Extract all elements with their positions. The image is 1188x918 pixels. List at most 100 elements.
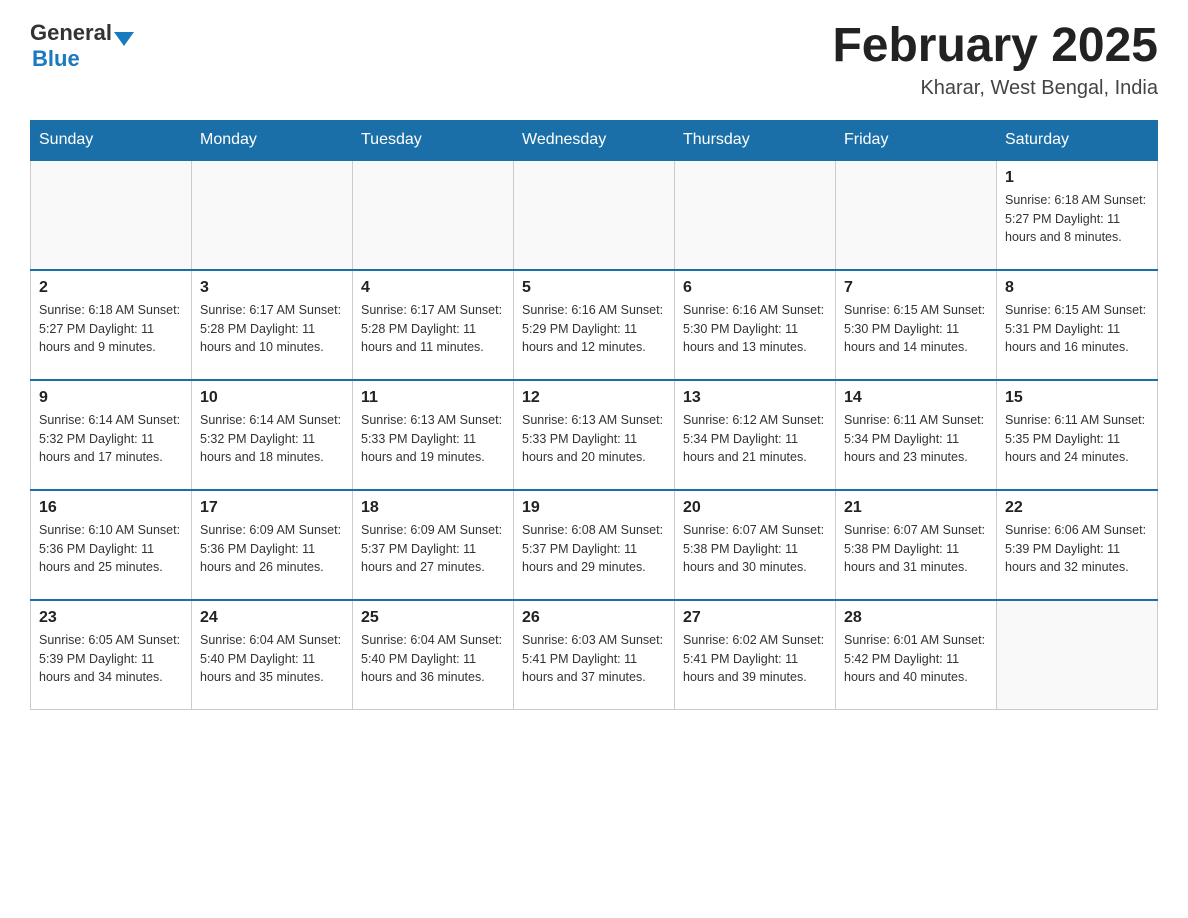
day-info: Sunrise: 6:17 AM Sunset: 5:28 PM Dayligh…	[200, 301, 344, 357]
day-info: Sunrise: 6:08 AM Sunset: 5:37 PM Dayligh…	[522, 521, 666, 577]
day-number: 21	[844, 499, 988, 517]
day-info: Sunrise: 6:09 AM Sunset: 5:37 PM Dayligh…	[361, 521, 505, 577]
day-number: 10	[200, 389, 344, 407]
calendar-cell: 27Sunrise: 6:02 AM Sunset: 5:41 PM Dayli…	[675, 600, 836, 710]
day-number: 11	[361, 389, 505, 407]
calendar-cell: 23 Sunrise: 6:05 AM Sunset: 5:39 PM Dayli…	[31, 600, 192, 710]
day-number: 12	[522, 389, 666, 407]
calendar-cell: 20 Sunrise: 6:07 AM Sunset: 5:38 PM Dayli…	[675, 490, 836, 600]
day-info: Sunrise: 6:16 AM Sunset: 5:29 PM Dayligh…	[522, 301, 666, 357]
calendar-cell	[997, 600, 1158, 710]
day-info: Sunrise: 6:07 AM Sunset: 5:38 PM Dayligh…	[683, 521, 827, 577]
day-info: Sunrise: 6:14 AM Sunset: 5:32 PM Dayligh…	[200, 411, 344, 467]
day-number: 1	[1005, 169, 1149, 187]
calendar-cell: 6 Sunrise: 6:16 AM Sunset: 5:30 PM Daylig…	[675, 270, 836, 380]
day-info: Sunrise: 6:06 AM Sunset: 5:39 PM Dayligh…	[1005, 521, 1149, 577]
calendar-cell: 28 Sunrise: 6:01 AM Sunset: 5:42 PM Dayli…	[836, 600, 997, 710]
day-info: Sunrise: 6:15 AM Sunset: 5:30 PM Dayligh…	[844, 301, 988, 357]
day-number: 28	[844, 609, 988, 627]
calendar-cell: 16 Sunrise: 6:10 AM Sunset: 5:36 PM Dayli…	[31, 490, 192, 600]
calendar-cell: 12 Sunrise: 6:13 AM Sunset: 5:33 PM Dayli…	[514, 380, 675, 490]
calendar-cell	[514, 160, 675, 270]
day-number: 20	[683, 499, 827, 517]
weekday-header-tuesday: Tuesday	[353, 120, 514, 160]
calendar-cell: 25 Sunrise: 6:04 AM Sunset: 5:40 PM Dayli…	[353, 600, 514, 710]
calendar-cell: 13 Sunrise: 6:12 AM Sunset: 5:34 PM Dayli…	[675, 380, 836, 490]
calendar-cell: 26Sunrise: 6:03 AM Sunset: 5:41 PM Dayli…	[514, 600, 675, 710]
weekday-header-row: SundayMondayTuesdayWednesdayThursdayFrid…	[31, 120, 1158, 160]
calendar-cell: 4Sunrise: 6:17 AM Sunset: 5:28 PM Daylig…	[353, 270, 514, 380]
calendar-cell: 11 Sunrise: 6:13 AM Sunset: 5:33 PM Dayli…	[353, 380, 514, 490]
calendar-cell: 5 Sunrise: 6:16 AM Sunset: 5:29 PM Daylig…	[514, 270, 675, 380]
calendar-table: SundayMondayTuesdayWednesdayThursdayFrid…	[30, 120, 1158, 711]
day-number: 14	[844, 389, 988, 407]
logo-general-text: General	[30, 20, 112, 46]
day-number: 6	[683, 279, 827, 297]
week-row-1: 1 Sunrise: 6:18 AM Sunset: 5:27 PM Daylig…	[31, 160, 1158, 270]
calendar-cell: 10 Sunrise: 6:14 AM Sunset: 5:32 PM Dayli…	[192, 380, 353, 490]
logo-triangle-icon	[114, 32, 134, 46]
day-number: 25	[361, 609, 505, 627]
calendar-cell: 3 Sunrise: 6:17 AM Sunset: 5:28 PM Daylig…	[192, 270, 353, 380]
day-number: 8	[1005, 279, 1149, 297]
day-info: Sunrise: 6:16 AM Sunset: 5:30 PM Dayligh…	[683, 301, 827, 357]
calendar-cell: 1 Sunrise: 6:18 AM Sunset: 5:27 PM Daylig…	[997, 160, 1158, 270]
day-info: Sunrise: 6:14 AM Sunset: 5:32 PM Dayligh…	[39, 411, 183, 467]
weekday-header-thursday: Thursday	[675, 120, 836, 160]
day-info: Sunrise: 6:10 AM Sunset: 5:36 PM Dayligh…	[39, 521, 183, 577]
week-row-3: 9 Sunrise: 6:14 AM Sunset: 5:32 PM Daylig…	[31, 380, 1158, 490]
calendar-cell: 14 Sunrise: 6:11 AM Sunset: 5:34 PM Dayli…	[836, 380, 997, 490]
day-number: 22	[1005, 499, 1149, 517]
day-number: 16	[39, 499, 183, 517]
logo: General Blue	[30, 20, 134, 72]
weekday-header-saturday: Saturday	[997, 120, 1158, 160]
week-row-5: 23 Sunrise: 6:05 AM Sunset: 5:39 PM Dayli…	[31, 600, 1158, 710]
day-info: Sunrise: 6:15 AM Sunset: 5:31 PM Dayligh…	[1005, 301, 1149, 357]
day-info: Sunrise: 6:05 AM Sunset: 5:39 PM Dayligh…	[39, 631, 183, 687]
week-row-2: 2 Sunrise: 6:18 AM Sunset: 5:27 PM Daylig…	[31, 270, 1158, 380]
day-number: 7	[844, 279, 988, 297]
calendar-cell: 2 Sunrise: 6:18 AM Sunset: 5:27 PM Daylig…	[31, 270, 192, 380]
weekday-header-sunday: Sunday	[31, 120, 192, 160]
calendar-cell: 7 Sunrise: 6:15 AM Sunset: 5:30 PM Daylig…	[836, 270, 997, 380]
day-info: Sunrise: 6:04 AM Sunset: 5:40 PM Dayligh…	[361, 631, 505, 687]
day-number: 26	[522, 609, 666, 627]
day-number: 4	[361, 279, 505, 297]
page-header: General Blue February 2025 Kharar, West …	[30, 20, 1158, 100]
day-info: Sunrise: 6:13 AM Sunset: 5:33 PM Dayligh…	[361, 411, 505, 467]
day-number: 3	[200, 279, 344, 297]
weekday-header-monday: Monday	[192, 120, 353, 160]
weekday-header-friday: Friday	[836, 120, 997, 160]
calendar-cell: 18 Sunrise: 6:09 AM Sunset: 5:37 PM Dayli…	[353, 490, 514, 600]
calendar-cell: 21 Sunrise: 6:07 AM Sunset: 5:38 PM Dayli…	[836, 490, 997, 600]
calendar-cell: 24Sunrise: 6:04 AM Sunset: 5:40 PM Dayli…	[192, 600, 353, 710]
day-info: Sunrise: 6:11 AM Sunset: 5:35 PM Dayligh…	[1005, 411, 1149, 467]
day-info: Sunrise: 6:07 AM Sunset: 5:38 PM Dayligh…	[844, 521, 988, 577]
title-section: February 2025 Kharar, West Bengal, India	[832, 20, 1158, 100]
day-number: 17	[200, 499, 344, 517]
calendar-cell: 17Sunrise: 6:09 AM Sunset: 5:36 PM Dayli…	[192, 490, 353, 600]
calendar-cell	[836, 160, 997, 270]
calendar-subtitle: Kharar, West Bengal, India	[832, 77, 1158, 100]
day-number: 15	[1005, 389, 1149, 407]
day-info: Sunrise: 6:11 AM Sunset: 5:34 PM Dayligh…	[844, 411, 988, 467]
day-info: Sunrise: 6:13 AM Sunset: 5:33 PM Dayligh…	[522, 411, 666, 467]
calendar-cell	[675, 160, 836, 270]
logo-blue-text: Blue	[32, 46, 134, 72]
calendar-title: February 2025	[832, 20, 1158, 73]
day-number: 23	[39, 609, 183, 627]
day-number: 24	[200, 609, 344, 627]
day-number: 9	[39, 389, 183, 407]
day-info: Sunrise: 6:18 AM Sunset: 5:27 PM Dayligh…	[1005, 191, 1149, 247]
calendar-cell: 22 Sunrise: 6:06 AM Sunset: 5:39 PM Dayli…	[997, 490, 1158, 600]
day-info: Sunrise: 6:01 AM Sunset: 5:42 PM Dayligh…	[844, 631, 988, 687]
day-info: Sunrise: 6:02 AM Sunset: 5:41 PM Dayligh…	[683, 631, 827, 687]
day-number: 5	[522, 279, 666, 297]
day-info: Sunrise: 6:12 AM Sunset: 5:34 PM Dayligh…	[683, 411, 827, 467]
weekday-header-wednesday: Wednesday	[514, 120, 675, 160]
day-number: 2	[39, 279, 183, 297]
day-number: 18	[361, 499, 505, 517]
calendar-cell: 15 Sunrise: 6:11 AM Sunset: 5:35 PM Dayli…	[997, 380, 1158, 490]
day-number: 13	[683, 389, 827, 407]
day-info: Sunrise: 6:18 AM Sunset: 5:27 PM Dayligh…	[39, 301, 183, 357]
